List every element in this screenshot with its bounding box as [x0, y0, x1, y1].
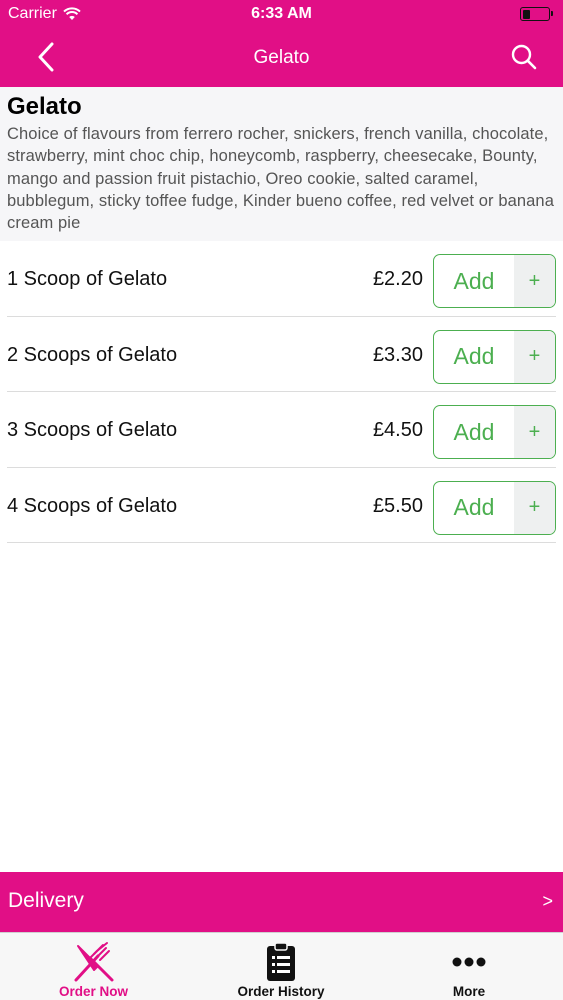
- add-button-label: Add: [453, 494, 495, 520]
- item-name: 1 Scoop of Gelato: [7, 268, 168, 290]
- chevron-right-icon: >: [542, 891, 553, 911]
- item-name: 2 Scoops of Gelato: [7, 343, 178, 366]
- search-icon: [511, 44, 537, 70]
- clipboard-list-icon: [257, 939, 305, 985]
- menu-item-row: 4 Scoops of Gelato £5.50 Add +: [7, 468, 556, 543]
- status-time: 6:33 AM: [251, 5, 312, 22]
- category-description: Choice of flavours from ferrero rocher, …: [7, 125, 554, 233]
- delivery-bar[interactable]: Delivery >: [0, 872, 563, 932]
- item-price: £4.50: [372, 419, 423, 441]
- tab-bar: Order Now Order History More: [0, 932, 563, 1000]
- tab-label: Order Now: [58, 984, 128, 999]
- more-dots-icon: [445, 939, 493, 985]
- add-button-label: Add: [453, 343, 495, 369]
- plus-icon: +: [514, 406, 555, 458]
- menu-item-row: 1 Scoop of Gelato £2.20 Add +: [7, 241, 556, 317]
- plus-icon: +: [514, 255, 555, 307]
- item-price: £2.20: [372, 268, 423, 290]
- status-bar: Carrier 6:33 AM: [0, 0, 563, 30]
- menu-item-row: 2 Scoops of Gelato £3.30 Add +: [7, 317, 556, 392]
- item-price: £3.30: [372, 343, 423, 366]
- tab-label: Order History: [237, 984, 325, 999]
- category-title: Gelato: [7, 93, 82, 120]
- tab-label: More: [452, 984, 486, 999]
- category-header: Gelato Choice of flavours from ferrero r…: [0, 87, 563, 241]
- add-button[interactable]: Add +: [433, 480, 556, 535]
- add-button[interactable]: Add +: [433, 254, 556, 308]
- add-button-label: Add: [453, 267, 495, 294]
- battery-icon: [520, 7, 553, 21]
- search-button[interactable]: [509, 42, 539, 72]
- top-bar: Carrier 6:33 AM Gelato: [0, 0, 563, 87]
- tab-order-now[interactable]: Order Now: [0, 933, 187, 1000]
- fork-knife-icon: [70, 939, 118, 985]
- delivery-label: Delivery: [8, 889, 84, 912]
- item-price: £5.50: [372, 494, 423, 517]
- plus-icon: +: [514, 481, 555, 534]
- item-name: 3 Scoops of Gelato: [7, 419, 178, 441]
- tab-order-history[interactable]: Order History: [187, 933, 375, 1000]
- tab-more[interactable]: More: [375, 933, 563, 1000]
- plus-icon: +: [514, 330, 555, 383]
- navigation-bar: Gelato: [0, 30, 563, 87]
- add-button-label: Add: [453, 418, 495, 445]
- battery-level: [522, 9, 530, 19]
- menu-item-row: 3 Scoops of Gelato £4.50 Add +: [7, 392, 556, 468]
- menu-item-list: 1 Scoop of Gelato £2.20 Add + 2 Scoops o…: [0, 241, 563, 543]
- add-button[interactable]: Add +: [433, 329, 556, 384]
- add-button[interactable]: Add +: [433, 405, 556, 459]
- item-name: 4 Scoops of Gelato: [7, 494, 178, 517]
- nav-title: Gelato: [253, 47, 310, 68]
